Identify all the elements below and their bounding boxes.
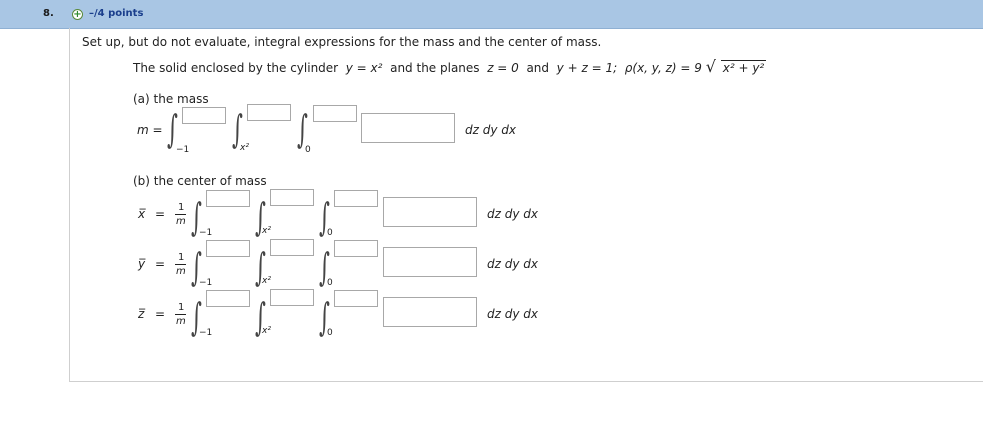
zbar-lower-limit-3: 0: [327, 328, 333, 338]
ybar-upper-limit-3-input[interactable]: [334, 240, 378, 257]
integral-sign-icon: ∫: [297, 107, 308, 151]
xbar-upper-limit-1-input[interactable]: [206, 190, 250, 207]
ybar-fraction-denominator: m: [176, 266, 186, 277]
xbar-integrand-input[interactable]: [383, 197, 477, 227]
xbar-upper-limit-3-input[interactable]: [334, 190, 378, 207]
mass-upper-limit-1-input[interactable]: [182, 107, 226, 124]
question-header: 8. + –/4 points: [0, 0, 983, 29]
plane1-equation: z = 0: [487, 61, 519, 75]
ybar-differentials: dz dy dx: [487, 257, 538, 271]
problem-mid: and the planes: [390, 61, 480, 75]
zbar-integrand-input[interactable]: [383, 297, 477, 327]
mass-differentials: dz dy dx: [465, 123, 516, 137]
instruction-text: Set up, but do not evaluate, integral ex…: [82, 35, 602, 49]
question-number: 8.: [43, 8, 54, 19]
zbar-fraction-bar: [175, 314, 186, 315]
xbar-lower-limit-1: −1: [199, 228, 213, 238]
problem-and: and: [526, 61, 550, 75]
cylinder-equation: y = x²: [345, 61, 383, 75]
xbar-fraction-bar: [175, 214, 186, 215]
xbar-lhs: x̅: [138, 207, 146, 221]
part-b-label: (b) the center of mass: [133, 174, 267, 188]
xbar-differentials: dz dy dx: [487, 207, 538, 221]
ybar-lower-limit-3: 0: [327, 278, 333, 288]
zbar-equals: =: [155, 307, 166, 321]
zbar-lower-limit-1: −1: [199, 328, 213, 338]
xbar-equals: =: [155, 207, 166, 221]
ybar-upper-limit-2-input[interactable]: [270, 239, 314, 256]
mass-integrand-input[interactable]: [361, 113, 455, 143]
zbar-fraction-denominator: m: [176, 316, 186, 327]
problem-lead: The solid enclosed by the cylinder: [133, 61, 339, 75]
mass-lower-limit-1: −1: [176, 145, 190, 155]
mass-lhs: m =: [137, 123, 163, 137]
points-label: –/4 points: [89, 8, 144, 19]
xbar-fraction-numerator: 1: [178, 202, 185, 213]
ybar-upper-limit-1-input[interactable]: [206, 240, 250, 257]
mass-upper-limit-3-input[interactable]: [313, 105, 357, 122]
ybar-lower-limit-1: −1: [199, 278, 213, 288]
zbar-upper-limit-2-input[interactable]: [270, 289, 314, 306]
mass-upper-limit-2-input[interactable]: [247, 104, 291, 121]
sqrt-content: x² + y²: [720, 60, 767, 75]
part-a-label: (a) the mass: [133, 92, 209, 106]
zbar-lower-limit-2: x²: [262, 326, 271, 336]
expand-plus-icon[interactable]: +: [72, 9, 83, 20]
mass-lower-limit-3: 0: [305, 145, 311, 155]
ybar-equals: =: [155, 257, 166, 271]
zbar-lhs: z̅: [138, 307, 145, 321]
xbar-lower-limit-3: 0: [327, 228, 333, 238]
zbar-upper-limit-3-input[interactable]: [334, 290, 378, 307]
zbar-fraction-numerator: 1: [178, 302, 185, 313]
zbar-upper-limit-1-input[interactable]: [206, 290, 250, 307]
ybar-fraction-bar: [175, 264, 186, 265]
ybar-fraction-numerator: 1: [178, 252, 185, 263]
xbar-lower-limit-2: x²: [262, 226, 271, 236]
density-lhs: ρ(x, y, z) = 9: [624, 61, 702, 75]
ybar-lower-limit-2: x²: [262, 276, 271, 286]
xbar-upper-limit-2-input[interactable]: [270, 189, 314, 206]
density-sqrt: √ x² + y²: [706, 57, 767, 76]
ybar-integrand-input[interactable]: [383, 247, 477, 277]
plane2-equation: y + z = 1;: [556, 61, 618, 75]
ybar-lhs: y̅: [138, 257, 146, 271]
problem-statement: The solid enclosed by the cylinder y = x…: [133, 57, 767, 76]
xbar-fraction-denominator: m: [176, 216, 186, 227]
mass-lower-limit-2: x²: [240, 143, 249, 153]
zbar-differentials: dz dy dx: [487, 307, 538, 321]
integral-sign-icon: ∫: [167, 107, 178, 151]
sqrt-sign-icon: √: [705, 57, 716, 76]
